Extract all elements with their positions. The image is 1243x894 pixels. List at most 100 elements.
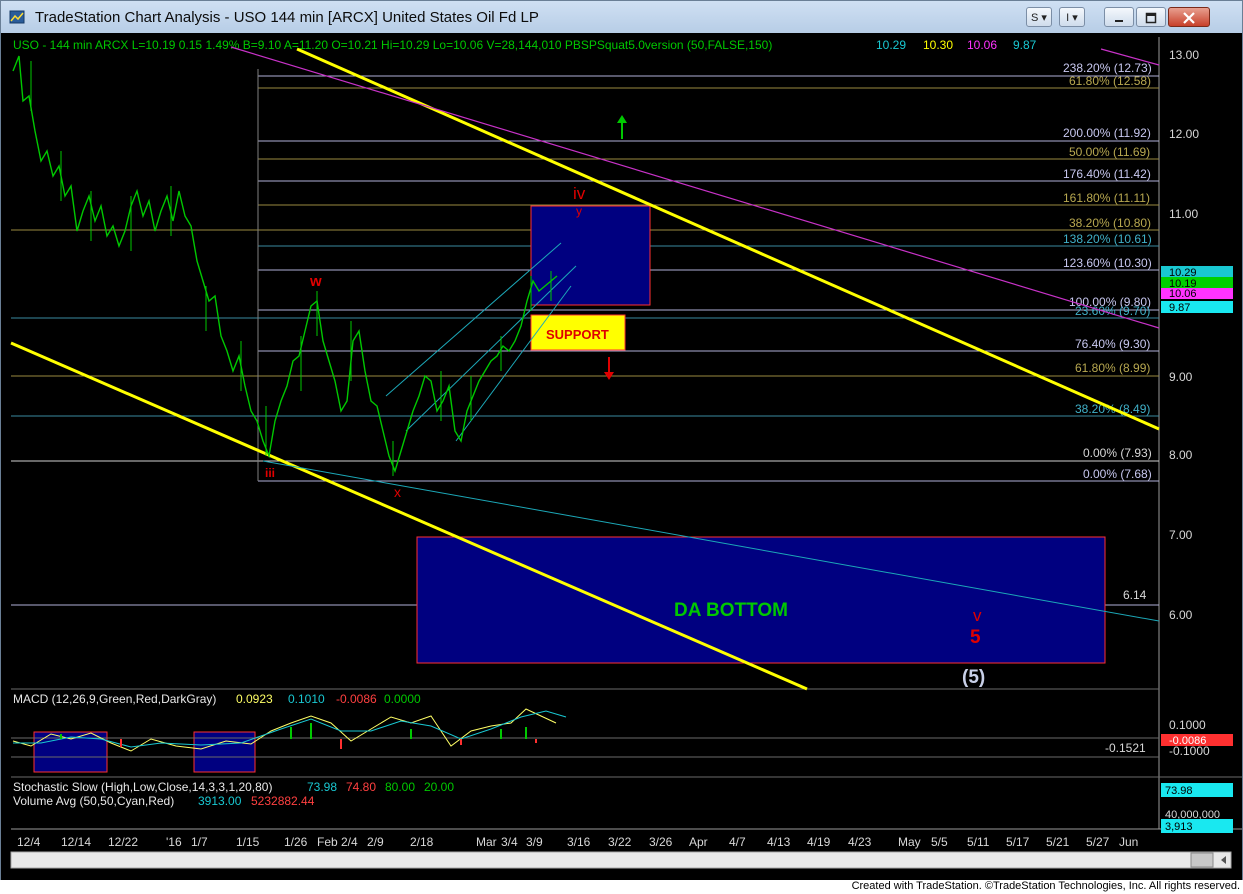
indicator-value-1: 10.29: [876, 38, 906, 52]
fib-label: 200.00% (11.92): [1063, 126, 1151, 140]
date-tick: 2/4: [341, 835, 358, 849]
macd-avg: 0.1010: [288, 692, 325, 706]
fib-label: 0.00% (7.68): [1083, 467, 1152, 481]
window-title: TradeStation Chart Analysis - USO 144 mi…: [35, 9, 539, 26]
date-tick: 1/26: [284, 835, 308, 849]
fib-label: 238.20% (12.73): [1063, 61, 1152, 75]
price-tick: 13.00: [1169, 48, 1199, 62]
price-tick: 8.00: [1169, 448, 1193, 462]
date-tick: 5/11: [967, 835, 990, 849]
minimize-button[interactable]: [1104, 7, 1134, 27]
da-bottom-label: DA BOTTOM: [674, 600, 788, 621]
date-tick: 12/22: [108, 835, 138, 849]
copyright-text: Created with TradeStation. ©TradeStation…: [851, 880, 1240, 892]
date-tick: 2/18: [410, 835, 434, 849]
macd-diff: -0.0086: [336, 692, 377, 706]
wave-iv-label: iv: [573, 184, 586, 203]
date-tick: 4/23: [848, 835, 872, 849]
indicator-value-2: 10.30: [923, 38, 953, 52]
volume-tag-text: 3,913: [1165, 821, 1193, 833]
date-tick: 3/26: [649, 835, 673, 849]
fib-label: 0.00% (7.93): [1083, 446, 1152, 460]
price-tag-stop-text: 9.87: [1169, 302, 1190, 314]
wave-x-label: x: [394, 484, 401, 500]
date-tick: May: [898, 835, 921, 849]
date-tick: '16: [166, 835, 182, 849]
s-menu-button[interactable]: S ▾: [1026, 7, 1052, 27]
wave-v-label: v: [973, 606, 982, 625]
minimize-icon: [1115, 20, 1123, 22]
stochastic-label: Stochastic Slow (High,Low,Close,14,3,3,1…: [13, 780, 272, 794]
fib-label: 76.40% (9.30): [1075, 337, 1150, 351]
symbol-header: USO - 144 min ARCX L=10.19 0.15 1.49% B=…: [13, 38, 772, 52]
wave-iii-label: iii: [265, 466, 275, 480]
date-tick: 3/22: [608, 835, 632, 849]
date-tick: 12/4: [17, 835, 41, 849]
date-tick: 1/15: [236, 835, 260, 849]
stochastic-overbought: 80.00: [385, 780, 415, 794]
date-tick: 4/19: [807, 835, 831, 849]
wave-iv-target-zone: [530, 205, 651, 306]
macd-value: 0.0923: [236, 692, 273, 706]
close-icon: [1183, 12, 1195, 24]
macd-axis-tick: -0.1000: [1169, 744, 1210, 758]
date-tick: 12/14: [61, 835, 91, 849]
date-tick: Mar: [476, 835, 497, 849]
title-bar[interactable]: TradeStation Chart Analysis - USO 144 mi…: [1, 1, 1242, 34]
i-menu-button[interactable]: I ▾: [1059, 7, 1085, 27]
date-tick: 5/17: [1006, 835, 1030, 849]
date-tick: 5/27: [1086, 835, 1110, 849]
stochastic-oversold: 20.00: [424, 780, 454, 794]
price-tick: 12.00: [1169, 127, 1199, 141]
date-tick: Feb: [317, 835, 338, 849]
chart-window: TradeStation Chart Analysis - USO 144 mi…: [0, 0, 1243, 881]
s-menu-label: S: [1031, 12, 1039, 24]
date-tick: Jun: [1119, 835, 1138, 849]
date-tick: 3/9: [526, 835, 543, 849]
stochastic-k: 73.98: [307, 780, 337, 794]
macd-level-label: -0.1521: [1105, 741, 1146, 755]
macd-label: MACD (12,26,9,Green,Red,DarkGray): [13, 692, 216, 706]
stochastic-tag-text: 73.98: [1165, 785, 1193, 797]
price-tick: 9.00: [1169, 370, 1193, 384]
tradestation-app-icon: [9, 10, 25, 24]
chart-plot-area[interactable]: USO - 144 min ARCX L=10.19 0.15 1.49% B=…: [1, 33, 1242, 881]
indicator-value-4: 9.87: [1013, 38, 1037, 52]
wave-5-label: 5: [970, 627, 981, 648]
fib-label: 123.60% (10.30): [1063, 256, 1152, 270]
footer: Created with TradeStation. ©TradeStation…: [0, 880, 1243, 894]
indicator-value-3: 10.06: [967, 38, 997, 52]
date-tick: 2/9: [367, 835, 384, 849]
close-button[interactable]: [1168, 7, 1210, 27]
macd-axis-tick: 0.1000: [1169, 718, 1206, 732]
price-tag-low-text: 10.06: [1169, 288, 1197, 300]
fib-label: 138.20% (10.61): [1063, 232, 1152, 246]
date-tick: 4/7: [729, 835, 746, 849]
macd-zero: 0.0000: [384, 692, 421, 706]
scrollbar-thumb[interactable]: [1190, 852, 1214, 868]
date-tick: 3/4: [501, 835, 518, 849]
date-tick: 5/21: [1046, 835, 1070, 849]
horizontal-scrollbar[interactable]: [10, 851, 1232, 869]
date-tick: 5/5: [931, 835, 948, 849]
date-tick: 3/16: [567, 835, 591, 849]
maximize-icon: [1145, 12, 1157, 24]
date-tick: 4/13: [767, 835, 791, 849]
stochastic-d: 74.80: [346, 780, 376, 794]
fib-label: 61.80% (12.58): [1069, 74, 1151, 88]
fib-label: 50.00% (11.69): [1069, 145, 1150, 159]
price-tick: 7.00: [1169, 528, 1193, 542]
i-menu-label: I: [1066, 12, 1070, 24]
date-tick: 1/7: [191, 835, 208, 849]
fib-label: 61.80% (8.99): [1075, 361, 1150, 375]
volume-value: 3913.00: [198, 794, 242, 808]
volume-label: Volume Avg (50,50,Cyan,Red): [13, 794, 174, 808]
date-tick: Apr: [689, 835, 708, 849]
volume-avg: 5232882.44: [251, 794, 315, 808]
maximize-button[interactable]: [1136, 7, 1166, 27]
wave-w-label: w: [309, 273, 322, 290]
wave-y-label: y: [576, 204, 582, 218]
fib-label: 161.80% (11.11): [1063, 191, 1150, 205]
fib-label: 38.20% (10.80): [1069, 216, 1151, 230]
fib-label: 176.40% (11.42): [1063, 167, 1151, 181]
